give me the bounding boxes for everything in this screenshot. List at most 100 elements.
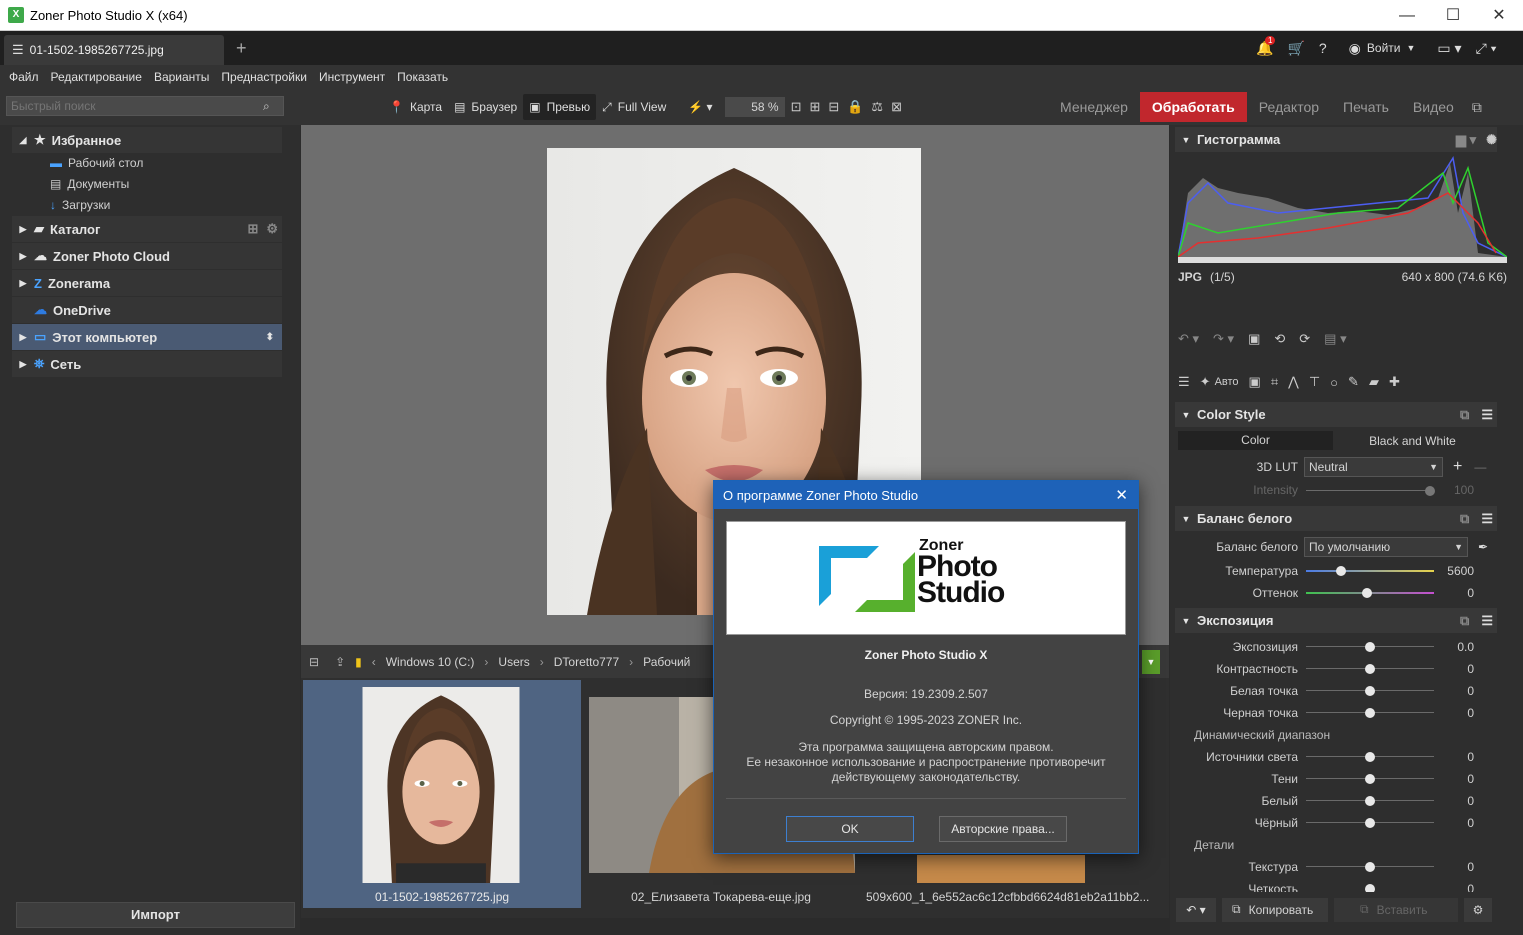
undo-icon[interactable]: ↶ ▾ — [1178, 331, 1199, 347]
login-button[interactable]: Войти — [1367, 41, 1401, 55]
slider-knob[interactable] — [1365, 884, 1375, 892]
tab-black-white[interactable]: Black and White — [1333, 434, 1492, 448]
fullscreen-icon[interactable]: ⤢ ▾ — [1476, 40, 1497, 57]
compare-icon[interactable]: ▣ — [1248, 331, 1260, 347]
menu-icon[interactable]: ☰ — [1481, 511, 1493, 527]
copyright-button[interactable]: Авторские права... — [939, 816, 1067, 842]
slider-knob[interactable] — [1365, 796, 1375, 806]
thumbnail-image-3[interactable] — [917, 855, 1085, 883]
path-user[interactable]: DToretto777 — [554, 655, 619, 669]
nav-desktop[interactable]: ▬ Рабочий стол — [12, 152, 282, 173]
nav-favorites[interactable]: ◢ ★ Избранное — [12, 127, 282, 153]
nav-zonerama[interactable]: ▶ Z Zonerama — [12, 270, 282, 296]
add-icon[interactable]: + — [1453, 458, 1462, 476]
up-folder-icon[interactable]: ⇪ — [335, 655, 345, 669]
slider-knob[interactable] — [1365, 642, 1375, 652]
slider-knob[interactable] — [1365, 686, 1375, 696]
tint-knob[interactable] — [1362, 588, 1372, 598]
menu-tools[interactable]: Инструмент — [319, 70, 385, 84]
mode-develop[interactable]: Обработать — [1139, 92, 1247, 122]
copy-settings-icon[interactable]: ⧉ — [1460, 613, 1469, 629]
view-tools-icons[interactable]: ⊡⊞⊟🔒⚖⊠ — [791, 99, 910, 115]
intensity-track[interactable] — [1306, 490, 1434, 491]
ok-button[interactable]: OK — [786, 816, 914, 842]
fullview-button[interactable]: ⤢ Full View — [596, 94, 672, 120]
help-button[interactable]: ? — [1319, 40, 1327, 56]
auto-button[interactable]: Авто — [1215, 376, 1239, 388]
copy-settings-icon[interactable]: ⧉ — [1460, 511, 1469, 527]
slider-knob[interactable] — [1365, 664, 1375, 674]
menu-presets[interactable]: Преднастройки — [221, 70, 307, 84]
copy-button[interactable]: ⧉ Копировать — [1222, 897, 1328, 922]
search-input[interactable] — [7, 99, 263, 113]
nav-onedrive[interactable]: ☁ OneDrive — [12, 297, 282, 323]
menu-variants[interactable]: Варианты — [154, 70, 209, 84]
wb-header[interactable]: ▼ Баланс белого ⧉ ☰ — [1175, 506, 1497, 531]
temperature-track[interactable] — [1306, 570, 1434, 572]
circle-tool-icon[interactable]: ○ — [1330, 375, 1338, 390]
gear-icon[interactable]: ⚙ — [266, 221, 278, 237]
document-tab[interactable]: ☰ 01-1502-1985267725.jpg — [4, 35, 224, 65]
camera-icon[interactable]: ▆ ▾ — [1456, 132, 1476, 148]
perspective-icon[interactable]: ⋀ — [1288, 374, 1299, 390]
nav-computer[interactable]: ▶ ▭ Этот компьютер ⬍ — [12, 324, 282, 350]
gradient-icon[interactable]: ▰ — [1369, 374, 1379, 390]
path-desktop[interactable]: Рабочий — [643, 655, 690, 669]
mode-manager[interactable]: Менеджер — [1048, 99, 1140, 115]
redo-icon[interactable]: ↷ ▾ — [1213, 331, 1234, 347]
crop-icon[interactable]: ⌗ — [1271, 374, 1278, 390]
exposure-header[interactable]: ▼ Экспозиция ⧉ ☰ — [1175, 608, 1497, 633]
slider-knob[interactable] — [1365, 862, 1375, 872]
external-link-icon[interactable]: ⧉ — [1472, 99, 1482, 116]
histogram-header[interactable]: ▼ Гистограмма ▆ ▾ ✺ — [1175, 127, 1497, 152]
mode-editor[interactable]: Редактор — [1247, 99, 1331, 115]
thumbnail-selected[interactable]: 01-1502-1985267725.jpg — [303, 680, 581, 908]
sort-arrows-icon[interactable]: ⬍ — [266, 332, 274, 343]
rotate-right-icon[interactable]: ⟳ — [1299, 331, 1310, 347]
nav-catalog[interactable]: ▶ ▰ Каталог ⊞ ⚙ — [12, 216, 282, 242]
wand-icon[interactable]: ✦ — [1200, 374, 1211, 390]
camera-tool-icon[interactable]: ▣ — [1249, 374, 1261, 390]
path-drive[interactable]: Windows 10 (C:) — [386, 655, 475, 669]
save-icon[interactable]: ▤ ▾ — [1324, 331, 1346, 347]
wb-select[interactable]: По умолчанию ▼ — [1304, 536, 1468, 557]
slider-knob[interactable] — [1365, 752, 1375, 762]
menu-file[interactable]: Файл — [9, 70, 39, 84]
reset-icon[interactable]: ↶ ▾ — [1176, 897, 1216, 922]
cart-icon[interactable]: 🛒 — [1287, 40, 1304, 57]
menu-icon[interactable]: ☰ — [1481, 613, 1493, 629]
nav-cloud[interactable]: ▶ ☁ Zoner Photo Cloud — [12, 243, 282, 269]
user-icon[interactable]: ◉ — [1349, 40, 1361, 57]
bell-icon[interactable]: 🔔 1 — [1256, 35, 1276, 57]
zoom-input[interactable]: 58 % — [724, 97, 785, 117]
filter-dropdown-button[interactable]: ▼ — [1142, 650, 1160, 674]
maximize-button[interactable]: ☐ — [1430, 0, 1476, 31]
add-tab-button[interactable]: + — [236, 38, 247, 59]
path-users[interactable]: Users — [498, 655, 529, 669]
copy-settings-icon[interactable]: ⧉ — [1460, 407, 1469, 423]
dialog-close-icon[interactable]: ✕ — [1115, 486, 1128, 504]
paste-button[interactable]: ⧉ Вставить — [1334, 897, 1458, 922]
search-icon[interactable]: ⌕ — [263, 99, 283, 114]
chevron-down-icon[interactable]: ▼ — [1406, 43, 1415, 53]
rotate-left-icon[interactable]: ⟲ — [1274, 331, 1285, 347]
import-button[interactable]: Импорт — [16, 902, 295, 928]
layout-icon[interactable]: ▭ ▾ — [1437, 40, 1461, 57]
mode-video[interactable]: Видео — [1401, 99, 1466, 115]
preview-button[interactable]: ▣ Превью — [523, 94, 597, 120]
colorstyle-header[interactable]: ▼ Color Style ⧉ ☰ — [1175, 402, 1497, 427]
slider-knob[interactable] — [1365, 774, 1375, 784]
nav-downloads[interactable]: ↓ Загрузки — [12, 194, 282, 215]
close-window-button[interactable]: ✕ — [1476, 0, 1522, 31]
settings-icon[interactable]: ⚙ — [1464, 897, 1492, 922]
healing-icon[interactable]: ✚ — [1389, 374, 1400, 390]
browser-button[interactable]: ▤ Браузер — [448, 94, 523, 120]
eyedropper-icon[interactable]: ✒ — [1478, 540, 1488, 554]
mode-print[interactable]: Печать — [1331, 99, 1401, 115]
remove-icon[interactable]: — — [1474, 460, 1486, 474]
tab-color[interactable]: Color — [1178, 431, 1333, 450]
back-arrow-icon[interactable]: ‹ — [372, 655, 376, 669]
temperature-knob[interactable] — [1336, 566, 1346, 576]
menu-view[interactable]: Показать — [397, 70, 448, 84]
menu-edit[interactable]: Редактирование — [51, 70, 142, 84]
